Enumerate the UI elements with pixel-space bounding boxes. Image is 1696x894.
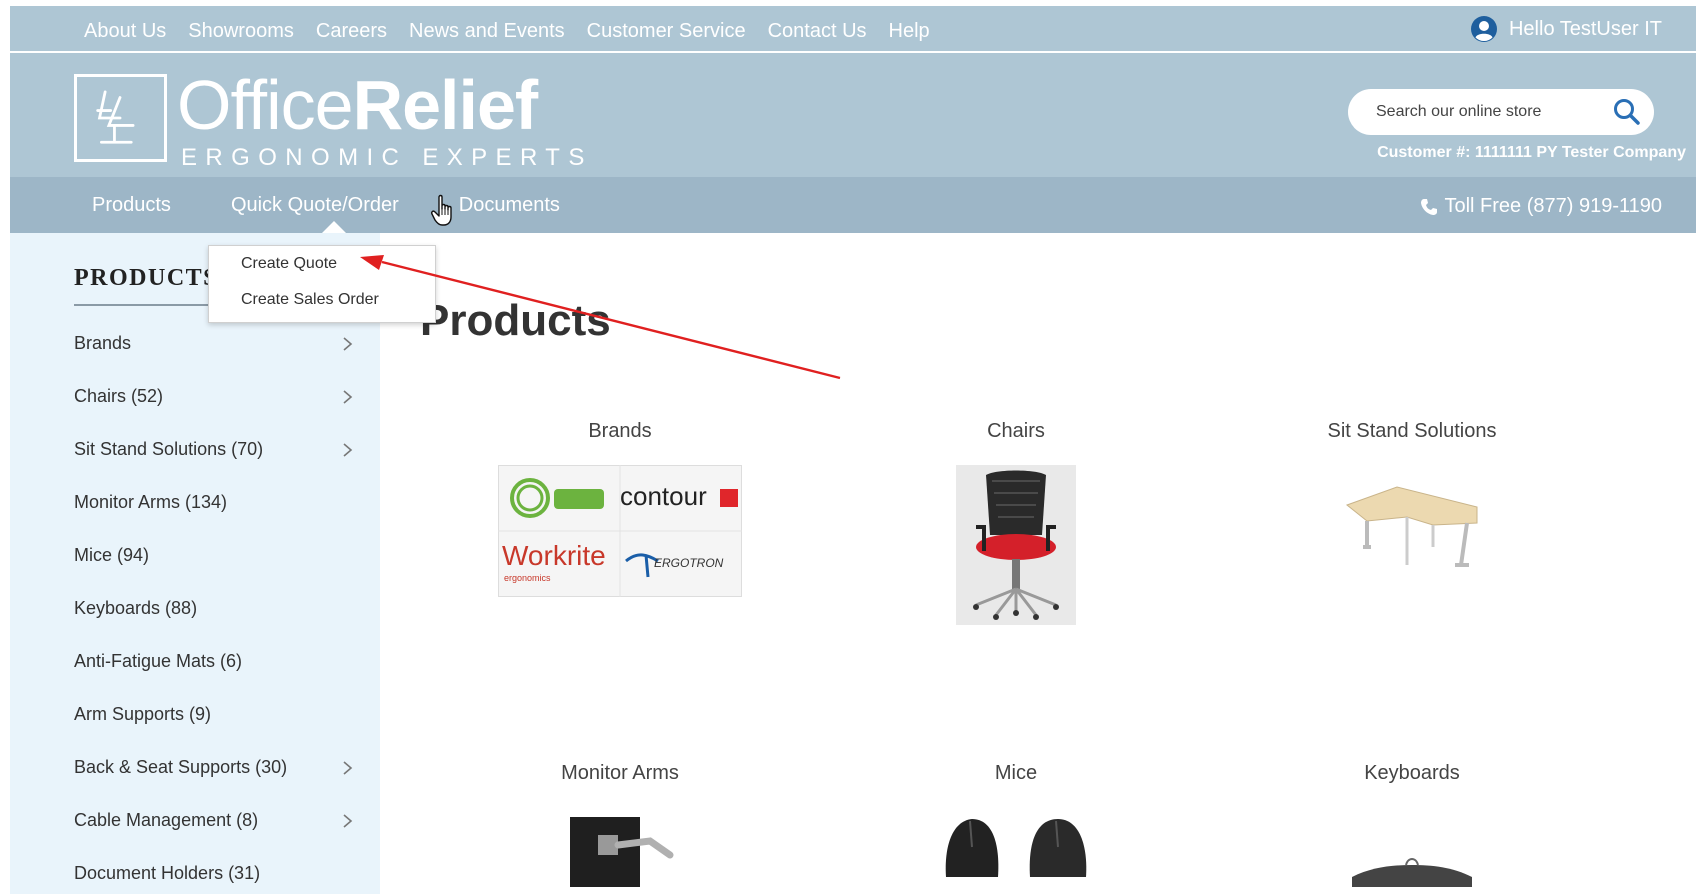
sidebar-category-list: Brands Chairs (52) Sit Stand Solutions (… (74, 317, 356, 894)
sidebar-item-label: Mice (94) (74, 545, 150, 565)
user-circle-icon (1470, 16, 1497, 42)
link-contact-us[interactable]: Contact Us (768, 20, 867, 43)
nav-products[interactable]: Products (92, 194, 171, 217)
toll-free-text: Toll Free (877) 919-1190 (1444, 195, 1662, 217)
sidebar-item-label: Back & Seat Supports (30) (74, 757, 288, 777)
workrite-logo-text: Workrite (502, 540, 606, 571)
chair-logo-icon (74, 74, 167, 162)
link-customer-service[interactable]: Customer Service (587, 20, 746, 43)
dropdown-caret (322, 221, 346, 233)
tile-label: Chairs (987, 420, 1045, 442)
category-tile-chairs[interactable]: Chairs (866, 420, 1166, 625)
monitor-arm-image (570, 817, 674, 887)
chevron-right-icon (343, 442, 353, 457)
nav-quick-quote-order[interactable]: Quick Quote/Order (231, 194, 399, 217)
search-box (1348, 89, 1654, 135)
sidebar-item-chairs[interactable]: Chairs (52) (74, 370, 356, 423)
ergotron-logo-text: ERGOTRON (654, 556, 724, 570)
desk-image (1345, 486, 1478, 567)
link-careers[interactable]: Careers (316, 20, 387, 43)
chair-image (956, 465, 1076, 625)
logo-word-light: Office (177, 66, 354, 144)
sidebar-item-anti-fatigue-mats[interactable]: Anti-Fatigue Mats (6) (74, 635, 356, 688)
customer-number: Customer #: 1111111 PY Tester Company (1377, 144, 1686, 161)
chevron-right-icon (343, 336, 353, 351)
search-input[interactable] (1376, 103, 1596, 121)
sidebar-item-label: Keyboards (88) (74, 598, 198, 618)
link-about-us[interactable]: About Us (84, 20, 166, 43)
sidebar-item-label: Arm Supports (9) (74, 704, 212, 724)
quick-quote-dropdown: Create Quote Create Sales Order (208, 245, 436, 323)
chevron-right-icon (343, 389, 353, 404)
link-news-and-events[interactable]: News and Events (409, 20, 565, 43)
hand-pointer-icon (431, 194, 452, 226)
top-utility-bar: About Us Showrooms Careers News and Even… (10, 6, 1696, 52)
sidebar-item-label: Anti-Fatigue Mats (6) (74, 651, 243, 671)
phone-icon (1421, 198, 1438, 215)
sidebar-item-label: Document Holders (31) (74, 863, 261, 883)
toll-free[interactable]: Toll Free (877) 919-1190 (1420, 195, 1662, 218)
page-title: Products (420, 296, 611, 345)
category-tile-monitor-arms[interactable]: Monitor Arms (470, 762, 770, 887)
utility-links: About Us Showrooms Careers News and Even… (84, 20, 930, 43)
tile-label: Keyboards (1364, 762, 1460, 784)
menu-item-create-sales-order[interactable]: Create Sales Order (209, 290, 435, 326)
search-icon[interactable] (1612, 97, 1642, 127)
category-tile-sit-stand-solutions[interactable]: Sit Stand Solutions (1262, 420, 1562, 585)
link-help[interactable]: Help (889, 20, 930, 43)
sidebar-item-label: Brands (74, 333, 132, 353)
user-greeting[interactable]: Hello TestUser IT (1470, 16, 1662, 42)
products-sidebar: PRODUCTS Brands Chairs (52) Sit Stand So… (10, 233, 380, 894)
category-tile-keyboards[interactable]: Keyboards (1262, 762, 1562, 887)
sidebar-title: PRODUCTS (74, 265, 219, 291)
sidebar-item-label: Cable Management (8) (74, 810, 259, 830)
sidebar-item-label: Chairs (52) (74, 386, 164, 406)
tile-label: Mice (994, 762, 1038, 784)
sidebar-item-back-seat-supports[interactable]: Back & Seat Supports (30) (74, 741, 356, 794)
tile-label: Sit Stand Solutions (1327, 420, 1497, 442)
chevron-right-icon (343, 760, 353, 775)
tile-label: Monitor Arms (561, 762, 679, 784)
greeting-text: Hello TestUser IT (1508, 17, 1662, 40)
sidebar-item-mice[interactable]: Mice (94) (74, 529, 356, 582)
brand-logos-image: contour Workrite ergonomics ERGOTRON (498, 465, 742, 597)
sidebar-item-monitor-arms[interactable]: Monitor Arms (134) (74, 476, 356, 529)
sidebar-item-cable-management[interactable]: Cable Management (8) (74, 794, 356, 847)
site-logo[interactable]: OfficeRelief ERGONOMIC EXPERTS (74, 70, 593, 172)
page: About Us Showrooms Careers News and Even… (10, 6, 1696, 894)
link-showrooms[interactable]: Showrooms (188, 20, 294, 43)
sidebar-item-sit-stand-solutions[interactable]: Sit Stand Solutions (70) (74, 423, 356, 476)
logo-word-bold: Relief (352, 66, 539, 144)
sidebar-item-label: Monitor Arms (134) (74, 492, 228, 512)
sidebar-item-arm-supports[interactable]: Arm Supports (9) (74, 688, 356, 741)
contour-logo-text: contour (620, 481, 707, 511)
menu-item-create-quote[interactable]: Create Quote (209, 254, 435, 290)
sidebar-item-document-holders[interactable]: Document Holders (31) (74, 847, 356, 894)
sidebar-item-label: Sit Stand Solutions (70) (74, 439, 264, 459)
category-tile-mice[interactable]: Mice (866, 762, 1166, 887)
workrite-logo-subtext: ergonomics (504, 573, 551, 583)
main-nav: Products Quick Quote/Order Documents Tol… (10, 177, 1696, 233)
keyboard-image (1352, 858, 1472, 887)
category-tile-brands[interactable]: Brands contour Workrite ergonomics ERGOT… (470, 420, 770, 597)
site-header: OfficeRelief ERGONOMIC EXPERTS Customer … (10, 53, 1696, 177)
logo-tagline: ERGONOMIC EXPERTS (181, 144, 593, 171)
tile-label: Brands (588, 420, 652, 442)
chevron-right-icon (343, 813, 353, 828)
nav-documents[interactable]: Documents (459, 194, 560, 217)
mice-image (945, 819, 1087, 877)
sidebar-item-keyboards[interactable]: Keyboards (88) (74, 582, 356, 635)
